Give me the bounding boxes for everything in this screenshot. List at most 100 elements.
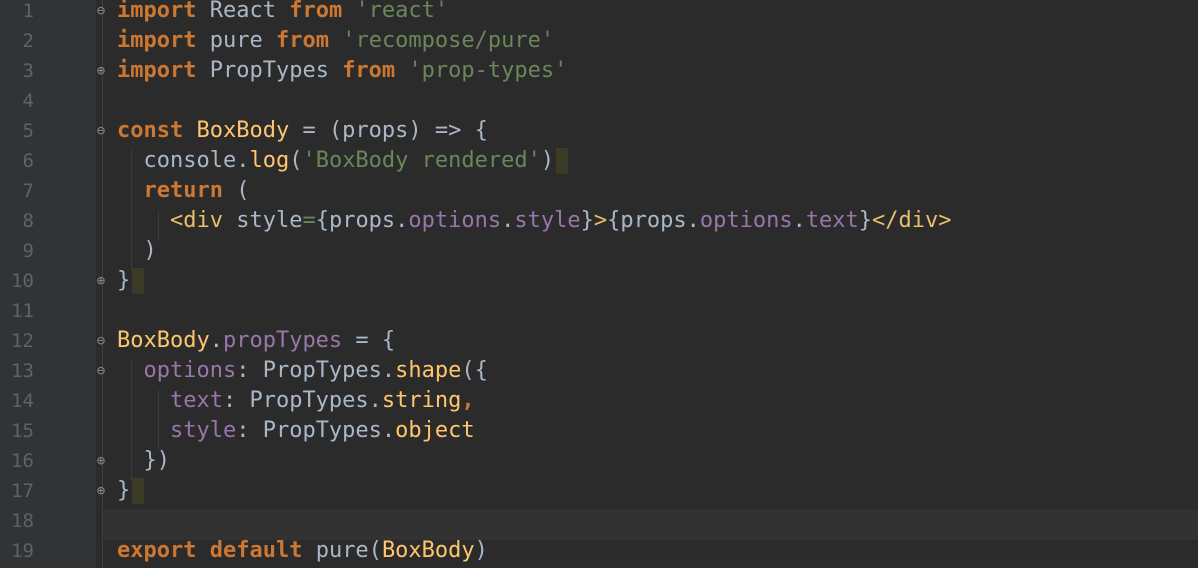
code-token: 'recompose/pure' [342, 28, 555, 53]
code-line[interactable]: const BoxBody = (props) => { [117, 116, 488, 146]
code-token: options [408, 208, 502, 233]
line-number: 18 [11, 510, 34, 532]
code-token: ( [289, 148, 303, 173]
code-token: } [858, 208, 873, 233]
code-token: : PropTypes. [236, 358, 396, 383]
line-number: 10 [11, 270, 34, 292]
code-token: default [209, 538, 303, 563]
code-token: PropTypes [196, 58, 343, 83]
code-line[interactable]: console.log('BoxBody rendered') [117, 146, 569, 176]
code-line[interactable]: style: PropTypes.object [117, 416, 475, 446]
line-number: 13 [11, 360, 34, 382]
code-token: React [196, 0, 290, 23]
code-token: }) [117, 448, 170, 473]
code-token: BoxBody [196, 118, 290, 143]
code-token: from [289, 0, 343, 23]
code-token: return [143, 178, 223, 203]
line-number: 3 [22, 60, 34, 82]
code-line[interactable]: }) [117, 446, 170, 476]
code-line[interactable]: options: PropTypes.shape({ [117, 356, 488, 386]
code-line[interactable]: import React from 'react' [117, 0, 448, 26]
code-token: , [461, 388, 475, 413]
code-token: : PropTypes. [222, 388, 382, 413]
code-token: style [222, 208, 303, 233]
code-token: options [143, 358, 237, 383]
line-number: 15 [11, 420, 34, 442]
code-token: 'react' [355, 0, 449, 23]
code-token: propTypes [222, 328, 343, 353]
line-number: 7 [22, 180, 34, 202]
line-number: 14 [11, 390, 34, 412]
brace-match-highlight [556, 148, 569, 174]
code-line[interactable]: import pure from 'recompose/pure' [117, 26, 554, 56]
code-token: > [593, 208, 608, 233]
code-line[interactable]: <div style={props.options.style}>{props.… [117, 206, 952, 236]
code-token: import [117, 0, 197, 23]
code-token: {props. [315, 208, 409, 233]
line-number: 8 [22, 210, 34, 232]
code-token: . [792, 208, 806, 233]
code-token: from [342, 58, 396, 83]
code-token: string [381, 388, 462, 413]
code-line[interactable]: } [117, 476, 145, 506]
line-number: 5 [22, 120, 34, 142]
code-token: pure [196, 28, 276, 53]
fold-open-icon[interactable]: ⊖ [94, 326, 108, 356]
code-token: } [117, 478, 131, 503]
code-token: style [169, 418, 237, 443]
code-token: pure( [302, 538, 382, 563]
line-number: 17 [11, 480, 34, 502]
code-token: text [169, 388, 223, 413]
fold-close-icon[interactable]: ⊕ [94, 446, 108, 476]
code-token: ) [117, 238, 157, 263]
code-token: } [580, 208, 594, 233]
code-token: : PropTypes. [236, 418, 396, 443]
fold-close-icon[interactable]: ⊕ [94, 266, 108, 296]
line-number: 4 [22, 90, 34, 112]
line-number: 6 [22, 150, 34, 172]
line-number: 11 [11, 300, 34, 322]
fold-open-icon[interactable]: ⊖ [94, 116, 108, 146]
code-token: object [395, 418, 475, 443]
code-token: style [514, 208, 581, 233]
brace-match-highlight [132, 478, 145, 504]
code-token: import [117, 28, 197, 53]
code-token: text [805, 208, 859, 233]
code-token: 'prop-types' [408, 58, 568, 83]
code-token: = { [342, 328, 396, 353]
code-token: </div> [872, 208, 952, 233]
fold-close-icon[interactable]: ⊕ [94, 476, 108, 506]
code-line[interactable]: import PropTypes from 'prop-types' [117, 56, 567, 86]
fold-open-icon[interactable]: ⊖ [94, 356, 108, 386]
brace-match-highlight [132, 268, 145, 294]
fold-open-icon[interactable]: ⊖ [94, 0, 108, 26]
code-token: options [699, 208, 793, 233]
code-editor[interactable]: 1 ⊖ import React from 'react' 2 import pure … [0, 0, 1198, 568]
code-token: BoxBody [117, 328, 210, 353]
code-token: ({ [461, 358, 488, 383]
code-token: export [117, 538, 197, 563]
code-token: BoxBody [381, 538, 475, 563]
line-number: 12 [11, 330, 34, 352]
code-line[interactable]: } [117, 266, 145, 296]
code-line[interactable]: return ( [117, 176, 250, 206]
code-token: <div [169, 208, 223, 233]
code-token: from [275, 28, 329, 53]
code-token: shape [395, 358, 462, 383]
code-token: {props. [607, 208, 700, 233]
code-line[interactable]: text: PropTypes.string, [117, 386, 475, 416]
code-line[interactable]: BoxBody.propTypes = { [117, 326, 395, 356]
fold-close-icon[interactable]: ⊕ [94, 56, 108, 86]
code-token: . [209, 328, 223, 353]
code-line[interactable]: ) [117, 236, 157, 266]
line-number: 1 [22, 0, 34, 22]
code-line[interactable]: export default pure(BoxBody) [117, 536, 488, 566]
